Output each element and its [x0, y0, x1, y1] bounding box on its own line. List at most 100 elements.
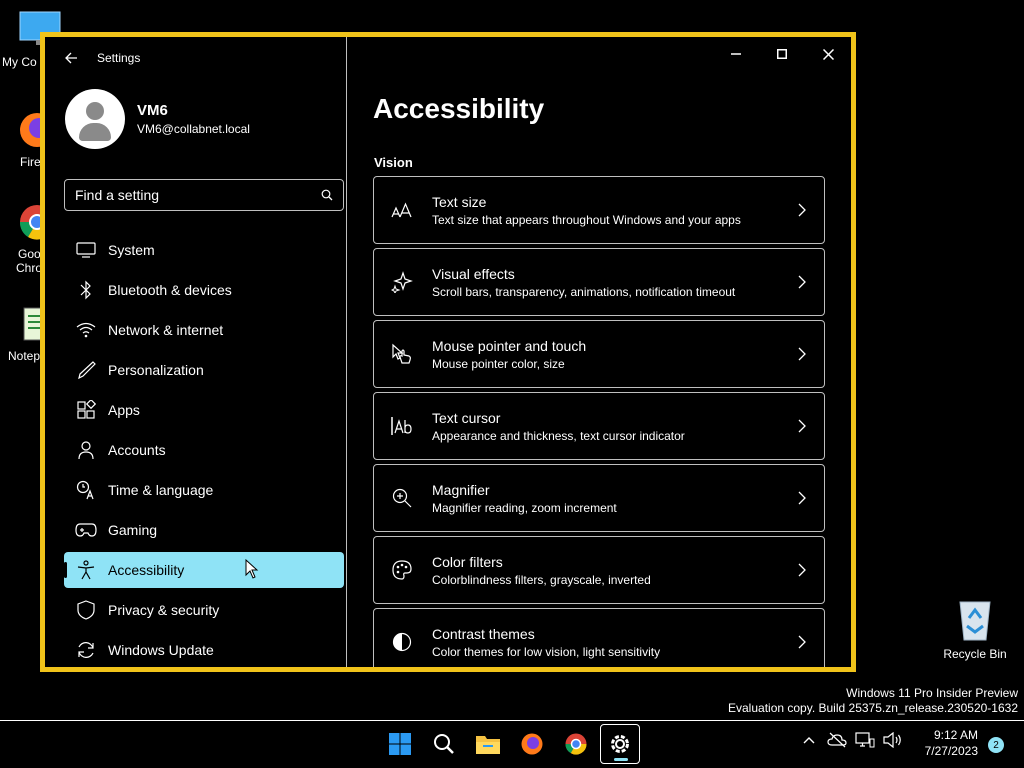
- firefox-icon: [521, 733, 543, 755]
- card-description: Appearance and thickness, text cursor in…: [432, 428, 685, 443]
- card-description: Mouse pointer color, size: [432, 356, 565, 371]
- sidebar-item-time-language[interactable]: Time & language: [64, 472, 344, 508]
- text-size-icon: [390, 198, 414, 222]
- chevron-right-icon: [798, 347, 806, 361]
- chrome-icon: [565, 733, 587, 755]
- sidebar-item-label: Windows Update: [108, 642, 214, 658]
- sidebar-item-personalization[interactable]: Personalization: [64, 352, 344, 388]
- monitor-icon: [74, 238, 98, 262]
- sparkle-icon: [390, 270, 414, 294]
- sidebar-item-label: Privacy & security: [108, 602, 220, 618]
- settings-taskbar-button[interactable]: [600, 724, 640, 764]
- desktop-icon-label: Recycle Bin: [943, 647, 1007, 661]
- system-tray: [798, 729, 910, 751]
- card-description: Text size that appears throughout Window…: [432, 212, 741, 227]
- card-description: Colorblindness filters, grayscale, inver…: [432, 572, 651, 587]
- wifi-icon: [74, 318, 98, 342]
- back-arrow-icon: [65, 52, 77, 64]
- sidebar-item-accessibility[interactable]: Accessibility: [64, 552, 344, 588]
- clock-language-icon: [74, 478, 98, 502]
- sidebar-item-bluetooth-devices[interactable]: Bluetooth & devices: [64, 272, 344, 308]
- gamepad-icon: [74, 518, 98, 542]
- card-description: Magnifier reading, zoom increment: [432, 500, 617, 515]
- close-button[interactable]: [805, 37, 851, 71]
- sidebar-item-system[interactable]: System: [64, 232, 344, 268]
- volume-tray-button[interactable]: [882, 729, 904, 751]
- taskbar-search-button[interactable]: [424, 724, 464, 764]
- window-controls: [713, 37, 851, 71]
- close-icon: [822, 48, 834, 60]
- sidebar-item-apps[interactable]: Apps: [64, 392, 344, 428]
- card-visual-effects[interactable]: Visual effects Scroll bars, transparency…: [373, 248, 825, 316]
- card-color-filters[interactable]: Color filters Colorblindness filters, gr…: [373, 536, 825, 604]
- profile-name: VM6: [137, 102, 168, 119]
- magnifier-icon: [390, 486, 414, 510]
- minimize-icon: [731, 53, 741, 55]
- nav-list: System Bluetooth & devices Network & int…: [64, 232, 344, 667]
- user-profile[interactable]: VM6 VM6@collabnet.local: [65, 89, 250, 149]
- sidebar-item-label: Bluetooth & devices: [108, 282, 232, 298]
- minimize-button[interactable]: [713, 37, 759, 71]
- card-mouse-pointer-touch[interactable]: Mouse pointer and touch Mouse pointer co…: [373, 320, 825, 388]
- pointer-touch-icon: [390, 342, 414, 366]
- bluetooth-icon: [74, 278, 98, 302]
- sidebar-item-label: Accounts: [108, 442, 166, 458]
- chrome-taskbar-button[interactable]: [556, 724, 596, 764]
- card-title: Mouse pointer and touch: [432, 337, 587, 354]
- card-magnifier[interactable]: Magnifier Magnifier reading, zoom increm…: [373, 464, 825, 532]
- clock-time: 9:12 AM: [933, 728, 978, 742]
- sidebar-item-accounts[interactable]: Accounts: [64, 432, 344, 468]
- sidebar-item-windows-update[interactable]: Windows Update: [64, 632, 344, 667]
- sidebar-item-label: Network & internet: [108, 322, 224, 338]
- sidebar: Settings VM6 VM6@collabnet.local Find a …: [45, 37, 347, 667]
- search-icon: [321, 189, 333, 201]
- pen-icon: [74, 358, 98, 382]
- sidebar-item-gaming[interactable]: Gaming: [64, 512, 344, 548]
- search-input[interactable]: [75, 187, 321, 203]
- sidebar-item-label: Gaming: [108, 522, 158, 538]
- page-title: Accessibility: [373, 93, 545, 124]
- main-content: Accessibility Vision Text size Text size…: [347, 37, 851, 667]
- sidebar-item-privacy-security[interactable]: Privacy & security: [64, 592, 344, 628]
- speaker-icon: [883, 732, 901, 748]
- settings-window: Settings VM6 VM6@collabnet.local Find a …: [40, 32, 856, 672]
- network-tray-button[interactable]: [854, 729, 876, 751]
- card-text-size[interactable]: Text size Text size that appears through…: [373, 176, 825, 244]
- file-explorer-button[interactable]: [468, 724, 508, 764]
- card-text-cursor[interactable]: Text cursor Appearance and thickness, te…: [373, 392, 825, 460]
- recycle-bin-icon: [959, 601, 991, 641]
- card-title: Text size: [432, 193, 487, 210]
- desktop-icon-recycle-bin[interactable]: Recycle Bin: [940, 596, 1010, 661]
- card-title: Contrast themes: [432, 625, 535, 642]
- palette-icon: [390, 558, 414, 582]
- section-title-vision: Vision: [374, 155, 413, 170]
- taskbar-apps: [380, 724, 644, 764]
- chevron-right-icon: [798, 275, 806, 289]
- clock[interactable]: 9:12 AM 7/27/2023: [918, 727, 978, 759]
- notification-badge[interactable]: 2: [988, 737, 1004, 753]
- firefox-taskbar-button[interactable]: [512, 724, 552, 764]
- sidebar-item-network-internet[interactable]: Network & internet: [64, 312, 344, 348]
- card-title: Color filters: [432, 553, 503, 570]
- card-contrast-themes[interactable]: Contrast themes Color themes for low vis…: [373, 608, 825, 667]
- app-title: Settings: [97, 51, 141, 65]
- sidebar-item-label: Apps: [108, 402, 140, 418]
- evaluation-watermark: Windows 11 Pro Insider Preview Evaluatio…: [728, 686, 1018, 716]
- title-bar: Settings: [45, 37, 347, 79]
- search-box[interactable]: [64, 179, 344, 211]
- start-button[interactable]: [380, 724, 420, 764]
- sidebar-item-label: Personalization: [108, 362, 204, 378]
- onedrive-tray-button[interactable]: [826, 729, 848, 751]
- search-icon: [434, 734, 454, 754]
- sidebar-item-label: System: [108, 242, 155, 258]
- card-title: Magnifier: [432, 481, 490, 498]
- settings-cards: Text size Text size that appears through…: [373, 176, 825, 667]
- chevron-up-icon: [803, 737, 815, 744]
- text-cursor-icon: [390, 414, 414, 438]
- chevron-right-icon: [798, 563, 806, 577]
- show-hidden-icons-button[interactable]: [798, 729, 820, 751]
- maximize-button[interactable]: [759, 37, 805, 71]
- mouse-cursor-icon: [245, 559, 259, 579]
- back-button[interactable]: [51, 38, 91, 78]
- apps-icon: [74, 398, 98, 422]
